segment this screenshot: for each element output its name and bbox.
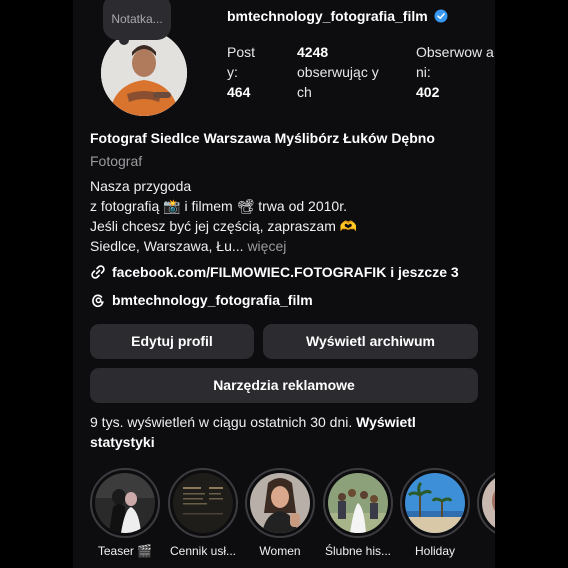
link-icon xyxy=(91,265,105,279)
highlight-item[interactable]: Ślubne his... xyxy=(323,468,393,558)
avatar-photo-icon xyxy=(101,30,187,116)
bio-line: Siedlce, Warszawa, Łu... xyxy=(90,238,244,254)
highlight-label: Cennik usł... xyxy=(169,544,237,558)
stat-followers-value: 402 xyxy=(416,84,440,100)
display-name: Fotograf Siedlce Warszawa Myślibórz Łukó… xyxy=(90,130,435,146)
highlight-cover xyxy=(405,473,465,533)
website-link-text: facebook.com/FILMOWIEC.FOTOGRAFIK i jesz… xyxy=(112,264,459,280)
highlight-ring xyxy=(90,468,160,538)
highlight-item[interactable]: Cennik usł... xyxy=(168,468,238,558)
profile-category: Fotograf xyxy=(90,153,143,169)
highlight-cover xyxy=(95,473,155,533)
highlight-cover xyxy=(173,473,233,533)
ad-tools-button[interactable]: Narzędzia reklamowe xyxy=(90,368,478,403)
highlight-photo-icon xyxy=(482,473,495,533)
highlight-cover xyxy=(328,473,388,533)
highlight-label: Holiday xyxy=(414,544,456,558)
highlight-cover xyxy=(250,473,310,533)
price-list-photo-icon xyxy=(173,473,233,533)
website-link[interactable]: facebook.com/FILMOWIEC.FOTOGRAFIK i jesz… xyxy=(90,264,459,280)
stat-posts-label: Post y: xyxy=(227,44,256,80)
highlight-item[interactable]: Teaser 🎬 xyxy=(90,468,160,558)
note-placeholder: Notatka... xyxy=(111,12,163,26)
insights-text: 9 tys. wyświetleń w ciągu ostatnich 30 d… xyxy=(90,414,353,430)
threads-icon xyxy=(92,294,104,308)
highlight-ring xyxy=(477,468,495,538)
highlight-label: Re xyxy=(477,544,495,558)
stat-followers[interactable]: Obserwow ani: 402 xyxy=(416,42,494,102)
instagram-profile-screen: Notatka... bmtechnology_fotografia_film … xyxy=(73,0,495,568)
woman-portrait-photo-icon xyxy=(250,473,310,533)
note-bubble[interactable]: Notatka... xyxy=(103,0,171,45)
threads-handle: bmtechnology_fotografia_film xyxy=(112,292,313,308)
bio-line: Jeśli chcesz być jej częścią, zapraszam … xyxy=(90,218,358,234)
bio-more-link[interactable]: więcej xyxy=(247,238,286,254)
bio-line-last: Siedlce, Warszawa, Łu... więcej xyxy=(90,236,485,256)
bio-text: Nasza przygoda z fotografią 📸 i filmem 📽… xyxy=(90,176,485,256)
stat-following-label: obserwując ych xyxy=(297,64,379,100)
bio-line: Nasza przygoda xyxy=(90,178,192,194)
view-archive-button[interactable]: Wyświetl archiwum xyxy=(263,324,478,359)
stat-posts[interactable]: Post y: 464 xyxy=(227,42,265,102)
username-row: bmtechnology_fotografia_film xyxy=(227,8,448,24)
threads-link[interactable]: bmtechnology_fotografia_film xyxy=(90,292,313,308)
username: bmtechnology_fotografia_film xyxy=(227,8,428,24)
highlight-item[interactable]: Women xyxy=(245,468,315,558)
stat-posts-value: 464 xyxy=(227,84,251,100)
highlight-item[interactable]: Holiday xyxy=(400,468,470,558)
highlight-item[interactable]: Re xyxy=(477,468,495,558)
edit-profile-button[interactable]: Edytuj profil xyxy=(90,324,254,359)
highlight-cover xyxy=(482,473,495,533)
insights-summary: 9 tys. wyświetleń w ciągu ostatnich 30 d… xyxy=(90,412,482,452)
highlight-label: Women xyxy=(259,544,301,558)
highlight-ring xyxy=(168,468,238,538)
wedding-couple-photo-icon xyxy=(95,473,155,533)
highlight-label: Ślubne his... xyxy=(324,544,392,558)
bio-line: z fotografią 📸 i filmem 📽 trwa od 2010r. xyxy=(90,198,347,214)
stat-following[interactable]: 4248 obserwując ych xyxy=(297,42,381,102)
stat-followers-label: Obserwow ani: xyxy=(416,44,494,80)
verified-badge-icon xyxy=(434,9,448,23)
stat-following-value: 4248 xyxy=(297,44,329,60)
highlight-ring xyxy=(400,468,470,538)
highlight-ring xyxy=(323,468,393,538)
highlight-ring xyxy=(245,468,315,538)
wedding-group-photo-icon xyxy=(328,473,388,533)
palm-beach-photo-icon xyxy=(405,473,465,533)
profile-avatar[interactable] xyxy=(101,30,187,116)
highlight-label: Teaser 🎬 xyxy=(97,544,153,558)
